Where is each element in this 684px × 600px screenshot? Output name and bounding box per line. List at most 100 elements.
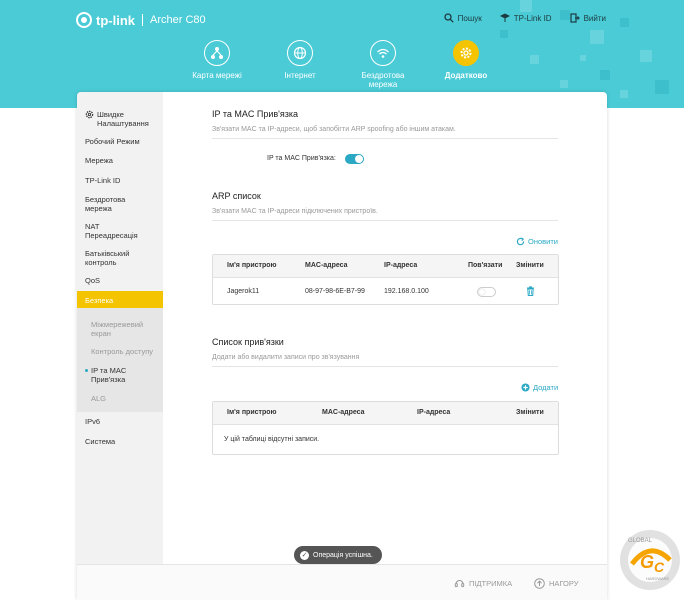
back-to-top-link[interactable]: НАГОРУ (534, 578, 579, 589)
nav-network-map-label: Карта мережі (192, 71, 242, 80)
sidebar-sub-label: Міжмережевий екран (91, 320, 144, 338)
sidebar-item-label: Батьківський контроль (85, 249, 130, 267)
sidebar-sub-firewall[interactable]: Міжмережевий екран (91, 320, 151, 338)
row-bind-toggle[interactable] (477, 287, 496, 297)
model-name: Archer C80 (150, 14, 206, 26)
tplink-id-label: TP-Link ID (513, 13, 552, 23)
checkmark-icon: ✓ (300, 550, 309, 560)
sidebar-sub-alg[interactable]: ALG (91, 394, 106, 403)
headset-icon (454, 579, 465, 588)
logout-label: Вийти (583, 13, 606, 23)
trash-icon[interactable] (526, 286, 535, 296)
brand-name: tp-link (96, 12, 135, 28)
main-panel: Швидке Налаштування Робочий Режим Мережа… (77, 92, 607, 600)
col-modify: Змінити (516, 262, 544, 269)
refresh-label: Оновити (528, 237, 558, 246)
arp-table: Ім'я пристрою MAC-адреса IP-адреса Пов'я… (212, 254, 559, 305)
svg-text:G: G (640, 552, 654, 572)
col-bind: Пов'язати (468, 262, 503, 269)
col-ip: IP-адреса (384, 262, 418, 269)
support-link[interactable]: ПІДТРИМКА (454, 578, 512, 589)
sidebar-sub-ip-mac-binding[interactable]: IP та MAC Прив'язка (85, 366, 151, 384)
nav-network-map[interactable]: Карта мережі (175, 40, 259, 80)
arp-table-header: Ім'я пристрою MAC-адреса IP-адреса Пов'я… (213, 255, 558, 278)
globe-icon (287, 40, 313, 66)
binding-title: IP та MAC Прив'язка (212, 109, 299, 119)
nav-wireless-label: Бездротова мережа (361, 71, 405, 89)
bindlist-desc: Додати або видалити записи про зв'язуван… (212, 354, 360, 361)
network-map-icon (204, 40, 230, 66)
add-label: Додати (533, 383, 559, 392)
binding-toggle-label: IP та MAC Прив'язка: (267, 155, 336, 162)
row-ip: 192.168.0.100 (384, 288, 429, 295)
gear-icon (85, 110, 94, 119)
nav-wireless[interactable]: Бездротова мережа (341, 40, 425, 89)
binding-desc: Зв'язати MAC та IP-адреси, щоб запобігти… (212, 126, 456, 133)
refresh-icon (516, 237, 525, 246)
svg-text:GLOBAL: GLOBAL (628, 538, 653, 544)
sidebar-item-quick-setup[interactable]: Швидке Налаштування (85, 110, 157, 128)
logout-link[interactable]: Вийти (569, 13, 606, 23)
sidebar-item-label: Мережа (85, 156, 113, 165)
sidebar-item-label: TP-Link ID (85, 176, 121, 185)
col-ip: IP-адреса (417, 409, 451, 416)
nav-advanced[interactable]: Додатково (424, 40, 508, 80)
security-submenu: Міжмережевий екран Контроль доступу IP т… (77, 308, 163, 412)
arrow-up-icon (534, 578, 545, 589)
col-device-name: Ім'я пристрою (227, 409, 277, 416)
sidebar-sub-label: ALG (91, 394, 107, 403)
svg-text:C: C (654, 559, 665, 575)
empty-table-message: У цій таблиці відсутні записи. (224, 436, 320, 443)
logout-icon (569, 13, 580, 23)
add-icon (521, 383, 530, 392)
tplink-id-icon (499, 13, 510, 22)
row-device-name: Jagerok11 (227, 288, 260, 295)
sidebar-item-label: Бездротова мережа (85, 195, 126, 213)
sidebar-item-label: Робочий Режим (85, 137, 140, 146)
site-watermark-logo: G C GLOBAL HARDWARE (620, 530, 680, 590)
sidebar-item-label: NAT Переадресація (85, 222, 138, 240)
sidebar-sub-label: IP та MAC Прив'язка (91, 366, 127, 384)
bindlist-title: Список прив'язки (212, 337, 284, 347)
bindlist-table-header: Ім'я пристрою MAC-адреса IP-адреса Зміни… (213, 402, 558, 425)
sidebar-sub-label: Контроль доступу (91, 347, 154, 356)
sidebar-item-label: QoS (85, 276, 101, 285)
wifi-icon (370, 40, 396, 66)
sidebar-item-nat[interactable]: NAT Переадресація (85, 222, 145, 240)
sidebar-item-label: Безпека (85, 296, 114, 305)
row-mac: 08-97-98-6E-B7-99 (305, 288, 365, 295)
nav-internet[interactable]: Інтернет (258, 40, 342, 80)
sidebar-sub-access-control[interactable]: Контроль доступу (91, 347, 153, 356)
sidebar-item-tplink-id[interactable]: TP-Link ID (85, 176, 120, 185)
arp-title: ARP список (212, 191, 261, 201)
footer: ПІДТРИМКА НАГОРУ (77, 564, 607, 600)
binding-toggle[interactable] (345, 154, 364, 164)
bindlist-table: Ім'я пристрою MAC-адреса IP-адреса Зміни… (212, 401, 559, 455)
sidebar-item-system[interactable]: Система (85, 437, 115, 446)
sidebar-item-label: Система (85, 437, 116, 446)
sidebar-item-qos[interactable]: QoS (85, 276, 100, 285)
sidebar-item-wireless[interactable]: Бездротова мережа (85, 195, 145, 213)
tplink-id-link[interactable]: TP-Link ID (499, 13, 552, 23)
col-modify: Змінити (516, 409, 544, 416)
add-button[interactable]: Додати (521, 383, 558, 392)
success-toast: ✓ Операція успішна. (294, 546, 382, 564)
sidebar-item-network[interactable]: Мережа (85, 156, 113, 165)
sidebar-item-parental[interactable]: Батьківський контроль (85, 249, 145, 267)
svg-text:HARDWARE: HARDWARE (646, 576, 670, 581)
nav-internet-label: Інтернет (284, 71, 316, 80)
tplink-logo[interactable]: tp-link Archer C80 (76, 12, 206, 28)
search-link[interactable]: Пошук (444, 13, 482, 23)
refresh-button[interactable]: Оновити (516, 237, 558, 246)
tplink-logo-icon (76, 12, 92, 28)
nav-advanced-label: Додатково (444, 71, 488, 80)
support-label: ПІДТРИМКА (469, 579, 513, 588)
sidebar-item-operation-mode[interactable]: Робочий Режим (85, 137, 140, 146)
content-area: IP та MAC Прив'язка Зв'язати MAC та IP-а… (163, 92, 607, 600)
search-icon (444, 13, 454, 23)
col-mac: MAC-адреса (322, 409, 365, 416)
sidebar-item-label: IPv6 (85, 417, 101, 426)
sidebar-item-ipv6[interactable]: IPv6 (85, 417, 100, 426)
sidebar-item-label: Швидке Налаштування (97, 110, 149, 128)
sidebar: Швидке Налаштування Робочий Режим Мережа… (77, 92, 163, 600)
